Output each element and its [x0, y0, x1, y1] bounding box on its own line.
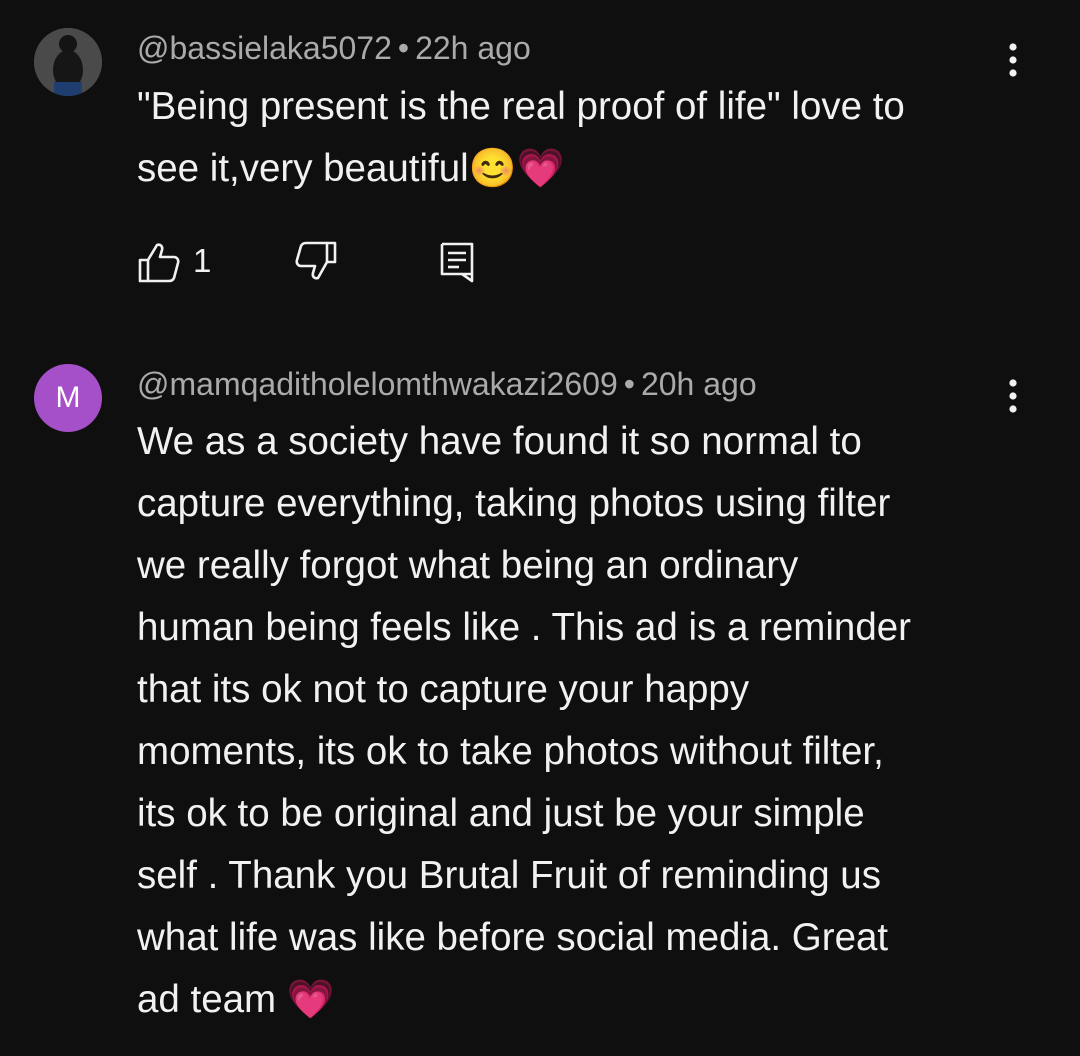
more-options-icon: [1009, 379, 1017, 413]
dislike-button[interactable]: [294, 240, 338, 284]
comment-meta: @bassielaka5072 • 22h ago: [137, 32, 531, 64]
meta-separator: •: [623, 366, 635, 402]
user-photo-icon: [34, 28, 102, 96]
dislike-icon: [295, 241, 337, 280]
comment-text: "Being present is the real proof of life…: [137, 85, 905, 190]
more-options-icon: [1009, 43, 1017, 77]
avatar[interactable]: M: [34, 364, 102, 432]
meta-separator: •: [397, 30, 410, 66]
comment-time[interactable]: 22h ago: [415, 30, 531, 66]
reply-icon: [440, 242, 474, 283]
like-count: 1: [193, 242, 212, 279]
comment-meta: @mamqaditholelomthwakazi2609 • 20h ago: [137, 368, 757, 400]
comment-time[interactable]: 20h ago: [641, 366, 757, 402]
comment-actions: 1: [137, 240, 497, 286]
avatar[interactable]: [34, 28, 102, 96]
like-button[interactable]: [137, 240, 181, 284]
comment-text: We as a society have found it so normal …: [137, 420, 911, 1021]
like-icon: [138, 243, 180, 283]
reply-button[interactable]: [437, 240, 481, 284]
author-name[interactable]: @mamqaditholelomthwakazi2609: [137, 366, 618, 402]
author-name[interactable]: @bassielaka5072: [137, 30, 392, 66]
